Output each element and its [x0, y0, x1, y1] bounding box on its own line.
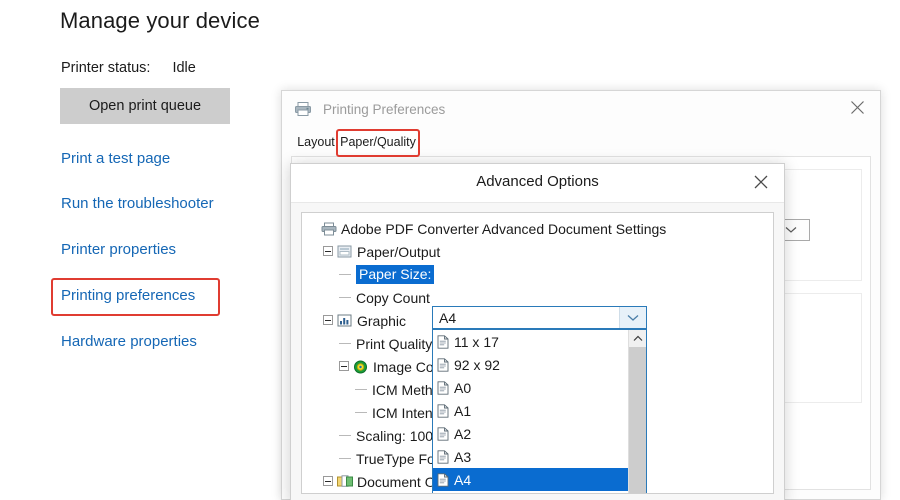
printer-status-row: Printer status: Idle [61, 60, 196, 76]
tree-item-label: Document Op [357, 473, 444, 490]
printing-preferences-tabstrip: Layout Paper/Quality [282, 127, 880, 153]
collapse-toggle-icon[interactable] [322, 475, 335, 488]
printer-status-label: Printer status: [61, 60, 151, 76]
paper-size-option[interactable]: A1 [433, 399, 646, 422]
document-icon [437, 403, 449, 418]
printer-icon [294, 101, 312, 117]
open-print-queue-button[interactable]: Open print queue [60, 88, 230, 124]
graphic-icon [337, 314, 353, 328]
tree-connector [338, 452, 354, 465]
tree-item-label: Paper/Output [357, 243, 441, 260]
paper-size-option-label: 11 x 17 [454, 333, 499, 350]
paper-size-combobox[interactable]: A4 [432, 306, 647, 329]
page-title: Manage your device [60, 8, 260, 33]
printer-icon [321, 222, 337, 236]
tree-item[interactable]: PostScript O [302, 493, 773, 494]
link-printing-preferences[interactable]: Printing preferences [61, 287, 195, 304]
tree-item-label: Scaling: 100 [356, 427, 434, 444]
link-print-a-test-page[interactable]: Print a test page [61, 150, 170, 167]
paper-size-option[interactable]: A4 [433, 468, 646, 491]
tree-connector [338, 291, 354, 304]
tree-item[interactable]: Adobe PDF Converter Advanced Document Se… [302, 217, 773, 240]
collapse-toggle-icon[interactable] [338, 360, 351, 373]
image-color-icon [353, 360, 369, 374]
tree-item[interactable]: Paper/Output [302, 240, 773, 263]
paper-size-value: A4 [439, 309, 457, 326]
document-icon [437, 449, 449, 464]
paper-size-option[interactable]: 11 x 17 [433, 330, 646, 353]
document-icon [437, 334, 449, 349]
document-icon [437, 426, 449, 441]
paper-size-dropdown-list[interactable]: 11 x 1792 x 92A0A1A2A3A4ANSI CANSI DANSI… [432, 329, 647, 493]
paper-size-option-label: A2 [454, 425, 472, 442]
paper-size-option-label: A1 [454, 402, 472, 419]
tab-paper-quality[interactable]: Paper/Quality [340, 131, 416, 153]
document-icon [437, 472, 449, 487]
paper-size-option-label: 92 x 92 [454, 356, 500, 373]
tree-item-label: TrueType Fo [356, 450, 435, 467]
screen: Manage your device Printer status: Idle O… [0, 0, 900, 500]
paper-size-option[interactable]: 92 x 92 [433, 353, 646, 376]
link-hardware-properties[interactable]: Hardware properties [61, 333, 197, 350]
advanced-options-dialog: Advanced Options Adobe PDF Converter Adv… [290, 163, 785, 500]
link-run-the-troubleshooter[interactable]: Run the troubleshooter [61, 195, 214, 212]
tree-item-label: Paper Size: [356, 265, 435, 284]
printer-status-value: Idle [172, 60, 196, 76]
paper-size-option[interactable]: A3 [433, 445, 646, 468]
paper-size-option-label: A0 [454, 379, 472, 396]
tree-item-label: Print Quality [356, 335, 433, 352]
link-printer-properties[interactable]: Printer properties [61, 241, 176, 258]
tree-item-label: ICM Meth [372, 381, 433, 398]
tree-item-label: ICM Inten [372, 404, 433, 421]
collapse-toggle-icon[interactable] [322, 245, 335, 258]
printing-preferences-close-icon[interactable] [834, 91, 880, 123]
paper-size-option-list: 11 x 1792 x 92A0A1A2A3A4ANSI CANSI DANSI… [433, 330, 646, 493]
paper-size-option-label: A4 [454, 471, 472, 488]
collapse-toggle-icon[interactable] [322, 314, 335, 327]
paper-size-option-label: A3 [454, 448, 472, 465]
document-options-icon [337, 474, 353, 489]
paper-size-option[interactable]: ANSI C [433, 491, 646, 493]
tree-connector [338, 429, 354, 442]
tree-item-label: Graphic [357, 312, 407, 329]
tree-connector [354, 406, 370, 419]
document-icon [437, 357, 449, 372]
paper-output-icon [337, 245, 353, 259]
tab-layout[interactable]: Layout [294, 131, 338, 153]
tree-item-label: Adobe PDF Converter Advanced Document Se… [341, 220, 667, 237]
paper-size-option[interactable]: A0 [433, 376, 646, 399]
tree-item[interactable]: Paper Size: [302, 263, 773, 286]
paper-size-dropdown-arrow-icon[interactable] [619, 307, 646, 328]
tree-connector [338, 337, 354, 350]
printing-preferences-title: Printing Preferences [323, 101, 446, 117]
advanced-options-title: Advanced Options [476, 173, 599, 190]
tree-connector [354, 383, 370, 396]
tree-connector [338, 268, 354, 281]
advanced-options-close-icon[interactable] [740, 166, 782, 198]
advanced-options-titlebar: Advanced Options [291, 164, 784, 203]
document-icon [437, 380, 449, 395]
printing-preferences-titlebar: Printing Preferences [282, 91, 880, 127]
scroll-up-icon[interactable] [629, 330, 646, 347]
tree-item-label: Copy Count [356, 289, 430, 306]
advanced-document-settings-tree[interactable]: Adobe PDF Converter Advanced Document Se… [301, 212, 774, 494]
dropdown-scrollbar[interactable] [628, 330, 646, 493]
paper-size-option[interactable]: A2 [433, 422, 646, 445]
